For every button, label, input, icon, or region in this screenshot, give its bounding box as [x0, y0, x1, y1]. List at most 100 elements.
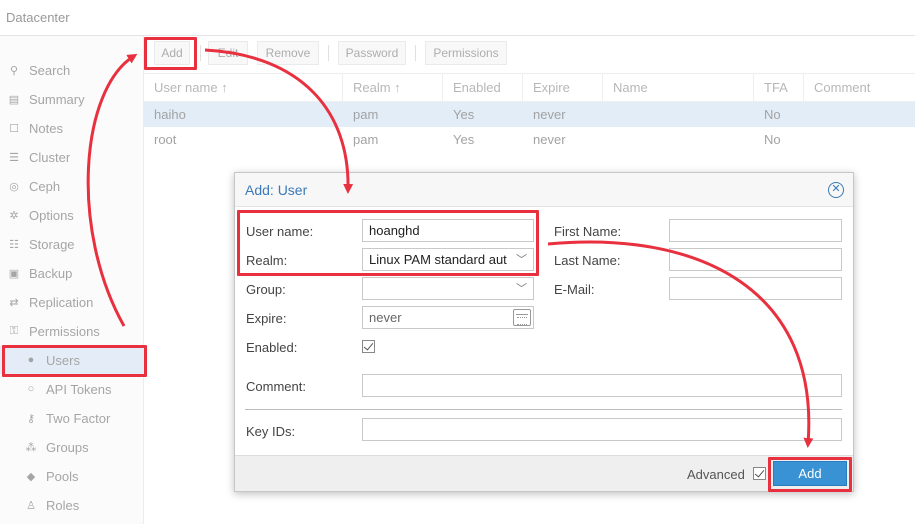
server-icon: ☰	[9, 151, 19, 164]
toolbar: Add Edit Remove Password Permissions	[144, 36, 915, 72]
comment-label: Comment:	[246, 379, 306, 394]
sidebar-item-label: Two Factor	[46, 410, 111, 426]
sidebar-item-label: API Tokens	[46, 381, 112, 397]
comment-input[interactable]	[362, 374, 842, 397]
floppy-icon: ▣	[8, 267, 20, 280]
enabled-checkbox[interactable]	[362, 340, 375, 353]
column-header-realm[interactable]: Realm ↑	[343, 74, 443, 102]
table-row[interactable]: haiho pam Yes never No	[144, 102, 915, 127]
sidebar-item-summary[interactable]: ▤ Summary	[0, 85, 144, 113]
expire-value: never	[369, 310, 402, 325]
annotation-box-add-submit	[768, 457, 852, 492]
dialog-divider	[245, 409, 842, 410]
breadcrumb: Datacenter	[0, 0, 915, 36]
table-row[interactable]: root pam Yes never No	[144, 127, 915, 152]
sidebar-item-notes[interactable]: ☐ Notes	[0, 114, 144, 142]
retweet-icon: ⇄	[9, 296, 19, 309]
cell-expire: never	[533, 107, 566, 122]
toolbar-separator	[200, 45, 201, 61]
gear-icon: ✲	[9, 209, 19, 222]
ceph-icon: ◎	[9, 180, 19, 193]
close-icon[interactable]: ✕	[828, 182, 844, 198]
expire-label: Expire:	[246, 311, 287, 326]
sidebar-item-replication[interactable]: ⇄ Replication	[0, 288, 144, 316]
cell-username: root	[154, 132, 177, 147]
sidebar-item-label: Replication	[29, 294, 94, 310]
dialog-footer: Advanced Add	[235, 455, 853, 491]
sidebar-item-label: Storage	[29, 236, 75, 252]
remove-button[interactable]: Remove	[257, 41, 319, 65]
sidebar-item-label: Options	[29, 207, 74, 223]
dialog-header: Add: User ✕	[235, 173, 853, 207]
user-outline-icon: ○	[27, 383, 35, 395]
column-header-tfa[interactable]: TFA	[754, 74, 804, 102]
permissions-button[interactable]: Permissions	[425, 41, 507, 65]
edit-button[interactable]: Edit	[208, 41, 248, 65]
lastname-label: Last Name:	[554, 253, 621, 268]
sidebar-item-label: Backup	[29, 265, 73, 281]
firstname-input[interactable]	[669, 219, 842, 242]
page: Datacenter ⚲ Search ▤ Summary ☐ Notes ☰ Clus…	[0, 0, 915, 524]
sidebar-item-label: Search	[29, 62, 71, 78]
sidebar-item-search[interactable]: ⚲ Search	[0, 56, 144, 84]
sidebar-item-permissions[interactable]: ⚿ Permissions	[0, 317, 144, 345]
keyids-label: Key IDs:	[246, 424, 296, 439]
users-icon: ⁂	[25, 441, 37, 454]
column-header-expire[interactable]: Expire	[523, 74, 603, 102]
key-icon: ⚷	[26, 412, 36, 425]
expire-date-field[interactable]: never	[362, 306, 534, 329]
advanced-checkbox[interactable]	[753, 467, 766, 480]
dialog-title: Add: User	[245, 182, 308, 198]
sidebar-item-api-tokens[interactable]: ○ API Tokens	[0, 375, 144, 403]
enabled-label: Enabled:	[246, 340, 298, 355]
users-table: User name ↑ Realm ↑ Enabled Expire Name …	[144, 73, 915, 152]
sidebar-item-options[interactable]: ✲ Options	[0, 201, 144, 229]
sidebar-item-groups[interactable]: ⁂ Groups	[0, 433, 144, 461]
cell-realm: pam	[353, 132, 379, 147]
sidebar-item-label: Groups	[46, 439, 89, 455]
sidebar-item-roles[interactable]: ♙ Roles	[0, 491, 144, 519]
column-header-enabled[interactable]: Enabled	[443, 74, 523, 102]
toolbar-separator	[415, 45, 416, 61]
sidebar-item-storage[interactable]: ☷ Storage	[0, 230, 144, 258]
cell-enabled: Yes	[453, 107, 475, 122]
sidebar-item-cluster[interactable]: ☰ Cluster	[0, 143, 144, 171]
sidebar-item-label: Pools	[46, 468, 79, 484]
password-button[interactable]: Password	[338, 41, 406, 65]
column-header-username[interactable]: User name ↑	[144, 74, 343, 102]
toolbar-separator	[328, 45, 329, 61]
email-input[interactable]	[669, 277, 842, 300]
book-icon: ▤	[8, 93, 20, 106]
annotation-box-users	[2, 345, 147, 377]
cell-username: haiho	[154, 107, 186, 122]
breadcrumb-title: Datacenter	[6, 10, 70, 25]
sidebar: ⚲ Search ▤ Summary ☐ Notes ☰ Cluster ◎ Ceph ✲…	[0, 36, 144, 524]
group-select[interactable]: ﹀	[362, 277, 534, 300]
tags-icon: ◆	[26, 470, 36, 483]
sidebar-item-ceph[interactable]: ◎ Ceph	[0, 172, 144, 200]
cell-expire: never	[533, 132, 566, 147]
email-label: E-Mail:	[554, 282, 595, 297]
sidebar-item-label: Roles	[46, 497, 80, 513]
sidebar-item-label: Cluster	[29, 149, 71, 165]
annotation-box-add	[144, 37, 197, 70]
table-header: User name ↑ Realm ↑ Enabled Expire Name …	[144, 73, 915, 102]
male-icon: ♙	[26, 499, 36, 512]
calendar-icon[interactable]	[513, 309, 531, 326]
sidebar-item-two-factor[interactable]: ⚷ Two Factor	[0, 404, 144, 432]
note-icon: ☐	[9, 122, 19, 135]
search-icon: ⚲	[9, 64, 19, 77]
group-label: Group:	[246, 282, 286, 297]
column-header-comment[interactable]: Comment	[804, 74, 915, 102]
sidebar-item-backup[interactable]: ▣ Backup	[0, 259, 144, 287]
unlock-icon: ⚿	[9, 324, 19, 337]
cell-tfa: No	[764, 107, 781, 122]
keyids-input[interactable]	[362, 418, 842, 441]
database-icon: ☷	[9, 238, 19, 251]
lastname-input[interactable]	[669, 248, 842, 271]
sidebar-item-pools[interactable]: ◆ Pools	[0, 462, 144, 490]
column-header-name[interactable]: Name	[603, 74, 754, 102]
annotation-box-fields	[237, 210, 539, 276]
chevron-down-icon[interactable]: ﹀	[516, 279, 527, 299]
sidebar-item-label: Notes	[29, 120, 63, 136]
